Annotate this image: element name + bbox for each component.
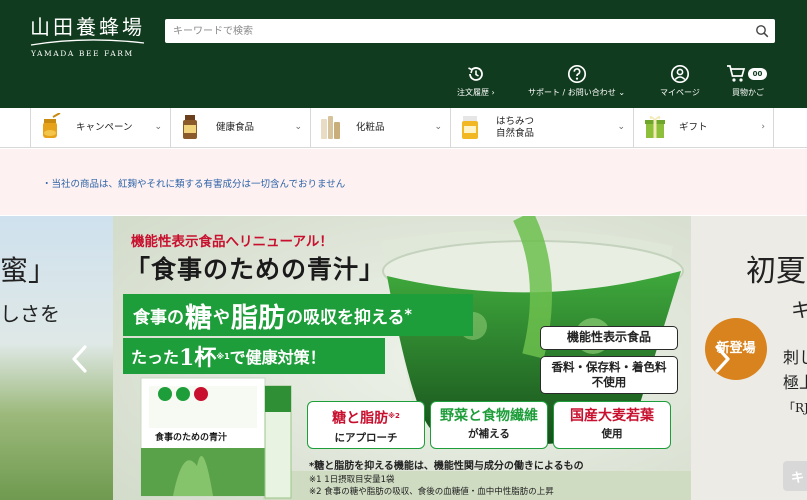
cosmetics-icon [321,116,340,139]
claim-band-emphasis: 脂肪 [231,302,285,334]
functional-food-badge: 機能性表示食品 [540,326,678,350]
order-history-link[interactable]: 注文履歴 › [457,64,495,100]
honey-icon [462,116,478,139]
category-campaign-label: キャンペーン [76,121,133,133]
claim-band-text: の吸収を抑える [286,307,405,328]
help-icon [567,64,586,84]
claim-band-text: や [213,307,230,328]
hero-carousel: 蜜」 しさを 機能性表示食品へリニューアル！ 「食事のための青汁」 食事の 糖 … [0,216,807,500]
slide-left-subtitle: しさを [0,302,60,326]
support-contact-link[interactable]: サポート / お問い合わせ ⌄ [528,64,625,100]
footnote-mechanism: *糖と脂肪を抑える機能は、機能性関与成分の働きによるもの [309,461,584,472]
promo-headline: 機能性表示食品へリニューアル！ [131,234,333,250]
category-nav: キャンペーン ⌄ 健康食品 ⌄ 化粧品 ⌄ はちみつ 自然食品 ⌄ ギフト › [0,108,807,148]
feature-domestic-barley: 国産大麦若葉 使用 [553,401,671,449]
slide-right-text: 極上 [783,373,807,392]
category-cosmetics-label: 化粧品 [356,121,385,133]
support-contact-label: サポート / お問い合わせ ⌄ [528,88,626,97]
claim-band-emphasis: 糖 [185,302,212,334]
feature-footnote-mark: ※2 [388,412,400,420]
carousel-slide-previous[interactable]: 蜜」 しさを [0,216,113,500]
site-header: 山田養蜂場 YAMADA BEE FARM 注文履歴 › [0,0,807,108]
feature-sugar-fat: 糖と脂肪※2 にアプローチ [307,401,425,449]
claim-band-text: 食事の [133,307,184,328]
additive-free-badge: 香料・保存料・着色料 不使用 [540,356,678,394]
carousel-next-arrow-icon[interactable] [712,344,732,374]
chevron-down-icon: ⌄ [617,122,625,132]
category-health-food[interactable]: 健康食品 ⌄ [170,108,310,147]
slide-right-text: 「RJ」マ [783,401,807,415]
cart-link[interactable]: 00 買物かご [726,64,770,100]
product-title: 「食事のための青汁」 [125,255,386,284]
feature-title: 野菜と食物繊維 [440,408,538,424]
claim-band-secondary: たった 1杯 ※1 で健康対策！ [123,338,385,374]
category-cosmetics[interactable]: 化粧品 ⌄ [310,108,450,147]
category-gift[interactable]: ギフト › [633,108,774,147]
claim-band-emphasis: 1杯 [179,345,217,371]
slide-right-title: 初夏 [746,254,806,289]
feature-subtitle: が補える [468,428,510,440]
mypage-label: マイページ [660,88,700,97]
notice-banner: ・当社の商品は、紅麹やそれに類する有害成分は一切含んでおりません [0,149,807,215]
supplement-bottle-icon [183,115,197,139]
footnote-absorption: ※2 食事の糖や脂肪の吸収、食後の血糖値・血中中性脂肪の上昇 [309,487,554,497]
category-campaign[interactable]: キャンペーン ⌄ [30,108,170,147]
carousel-slide-next[interactable]: 初夏 キ 新登場 刺し 極上 「RJ」マ キ [691,216,807,500]
search-box [165,19,775,43]
slide-right-text: 刺し [783,348,807,367]
gift-icon [645,116,665,138]
footnote-dosage: ※1 1日摂取目安量1袋 [309,475,395,485]
carousel-slide-active[interactable]: 機能性表示食品へリニューアル！ 「食事のための青汁」 食事の 糖 や 脂肪 の吸… [113,216,691,500]
search-icon[interactable] [755,24,769,38]
claim-band-footnote-mark: ※1 [216,351,230,361]
feature-subtitle: にアプローチ [334,431,398,444]
claim-band-primary: 食事の 糖 や 脂肪 の吸収を抑える * [123,294,473,336]
category-honey-natural[interactable]: はちみつ 自然食品 ⌄ [450,108,633,147]
logo-swoosh-icon [30,39,145,46]
logo-japanese-text: 山田養蜂場 [30,15,145,39]
cart-label: 買物かご [732,88,764,97]
feature-title: 糖と脂肪 [332,410,389,427]
mypage-link[interactable]: マイページ [660,64,700,100]
chevron-down-icon: ⌄ [434,122,442,132]
history-icon [468,67,483,81]
honey-jar-icon [43,113,61,138]
user-icon [670,64,689,84]
chevron-right-icon: › [761,122,765,132]
claim-band-text: で健康対策！ [229,348,326,367]
chevron-down-icon: ⌄ [154,122,162,132]
cart-icon [727,65,746,82]
feature-subtitle: 使用 [601,428,623,440]
claim-band-footnote-mark: * [404,307,412,323]
category-honey-natural-label: はちみつ 自然食品 [496,115,535,139]
carousel-prev-arrow-icon[interactable] [70,344,90,374]
site-logo[interactable]: 山田養蜂場 YAMADA BEE FARM [30,11,150,58]
order-history-label: 注文履歴 › [457,88,495,97]
feature-vegetables-fiber: 野菜と食物繊維 が補える [430,401,548,449]
slide-right-subtitle: キ [791,298,807,322]
logo-english-text: YAMADA BEE FARM [31,49,134,58]
claim-band-text: たった [131,348,180,367]
slide-left-title: 蜜」 [0,254,57,287]
category-health-food-label: 健康食品 [216,121,255,133]
search-input[interactable] [165,19,745,43]
product-package-label: 食事のための青汁 [155,433,228,443]
feature-title: 国産大麦若葉 [570,408,654,424]
slide-right-button[interactable]: キ [783,461,807,491]
chevron-down-icon: ⌄ [294,122,302,132]
category-gift-label: ギフト [679,121,708,133]
cart-count-badge: 00 [748,68,767,80]
notice-text[interactable]: ・当社の商品は、紅麹やそれに類する有害成分は一切含んでおりません [42,176,345,190]
